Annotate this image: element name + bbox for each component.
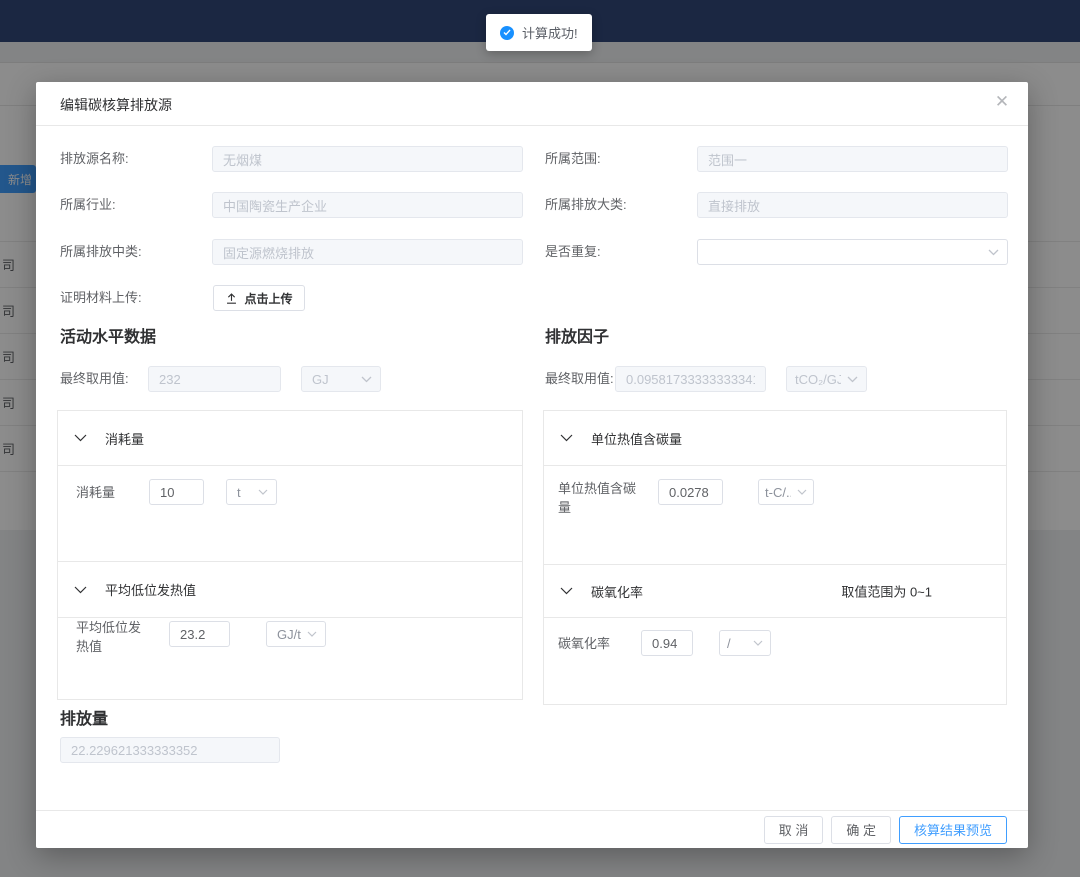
- select-value: GJ: [312, 372, 329, 387]
- field-label-proof-upload: 证明材料上传:: [60, 285, 142, 311]
- panel-header-heating-value[interactable]: 平均低位发热值: [58, 561, 522, 618]
- check-circle-icon: [500, 26, 514, 40]
- chevron-down-icon: [797, 489, 807, 495]
- activity-panels-box: 消耗量 消耗量 t 平均低位发热值 平均低位发热值 GJ/t: [57, 410, 523, 700]
- chevron-down-icon: [847, 376, 858, 383]
- panel-header-carbon-content[interactable]: 单位热值含碳量: [544, 411, 1006, 466]
- consumption-input[interactable]: [149, 479, 204, 505]
- panel-title: 消耗量: [105, 429, 144, 448]
- chevron-down-icon: [361, 376, 372, 383]
- select-value: t-C/...: [765, 485, 791, 500]
- panel-header-consumption[interactable]: 消耗量: [58, 411, 522, 466]
- factor-panels-box: 单位热值含碳量 单位热值含碳量 t-C/... 碳氧化率 取值范围为 0~1 碳…: [543, 410, 1007, 705]
- dialog-header-divider: [36, 125, 1028, 126]
- upload-button-label: 点击上传: [244, 290, 292, 307]
- is-duplicate-select[interactable]: [697, 239, 1008, 265]
- consumption-unit-select[interactable]: t: [226, 479, 277, 505]
- factor-final-label: 最终取用值:: [545, 366, 614, 392]
- field-label-medium-category: 所属排放中类:: [60, 239, 142, 265]
- medium-category-input: [212, 239, 523, 265]
- consumption-row-label: 消耗量: [76, 483, 115, 502]
- select-value: /: [727, 636, 731, 651]
- field-label-industry: 所属行业:: [60, 192, 116, 218]
- heating-value-row-label: 平均低位发热值: [76, 618, 148, 656]
- field-label-major-category: 所属排放大类:: [545, 192, 627, 218]
- oxidation-rate-unit-select[interactable]: /: [719, 630, 771, 656]
- close-icon[interactable]: ✕: [990, 90, 1014, 114]
- source-name-input: [212, 146, 523, 172]
- cancel-button[interactable]: 取 消: [764, 816, 824, 844]
- chevron-down-icon: [753, 640, 763, 646]
- oxidation-rate-input[interactable]: [641, 630, 693, 656]
- select-value: GJ/t: [277, 627, 301, 642]
- panel-title: 平均低位发热值: [105, 580, 196, 599]
- dialog-footer: 取 消 确 定 核算结果预览: [36, 810, 1028, 848]
- factor-final-unit-select: tCO₂/GJ: [786, 366, 867, 392]
- success-toast: 计算成功!: [486, 14, 592, 51]
- chevron-down-icon: [258, 489, 268, 495]
- confirm-button[interactable]: 确 定: [831, 816, 891, 844]
- chevron-down-icon: [74, 586, 87, 594]
- chevron-down-icon: [988, 249, 999, 256]
- carbon-content-input[interactable]: [658, 479, 723, 505]
- chevron-down-icon: [560, 587, 573, 595]
- oxidation-rate-range-note: 取值范围为 0~1: [841, 582, 932, 601]
- factor-final-value-input: [615, 366, 766, 392]
- panel-title: 单位热值含碳量: [591, 429, 682, 448]
- scope-input: [697, 146, 1008, 172]
- edit-emission-source-dialog: 编辑碳核算排放源 ✕ 排放源名称: 所属范围: 所属行业: 所属排放大类: 所属…: [36, 82, 1028, 848]
- upload-icon: [225, 292, 238, 305]
- major-category-input: [697, 192, 1008, 218]
- select-value: tCO₂/GJ: [795, 372, 841, 387]
- panel-title: 碳氧化率: [591, 582, 643, 601]
- emission-amount-input: [60, 737, 280, 763]
- upload-button[interactable]: 点击上传: [213, 285, 305, 311]
- chevron-down-icon: [560, 434, 573, 442]
- activity-final-value-input: [148, 366, 281, 392]
- preview-result-button[interactable]: 核算结果预览: [899, 816, 1007, 844]
- industry-input: [212, 192, 523, 218]
- panel-header-oxidation-rate[interactable]: 碳氧化率 取值范围为 0~1: [544, 564, 1006, 618]
- field-label-source-name: 排放源名称:: [60, 146, 129, 172]
- field-label-scope: 所属范围:: [545, 146, 601, 172]
- chevron-down-icon: [74, 434, 87, 442]
- toast-message: 计算成功!: [522, 23, 578, 42]
- chevron-down-icon: [307, 631, 317, 637]
- activity-final-unit-select: GJ: [301, 366, 381, 392]
- oxidation-rate-row-label: 碳氧化率: [558, 634, 610, 653]
- field-label-is-duplicate: 是否重复:: [545, 239, 601, 265]
- emission-section-heading: 排放量: [60, 710, 108, 730]
- carbon-content-row-label: 单位热值含碳量: [558, 479, 636, 517]
- carbon-content-unit-select[interactable]: t-C/...: [758, 479, 814, 505]
- activity-section-heading: 活动水平数据: [60, 328, 156, 348]
- heating-value-input[interactable]: [169, 621, 230, 647]
- dialog-title: 编辑碳核算排放源: [60, 95, 172, 115]
- factor-section-heading: 排放因子: [545, 328, 609, 348]
- activity-final-label: 最终取用值:: [60, 366, 129, 392]
- heating-value-unit-select[interactable]: GJ/t: [266, 621, 326, 647]
- select-value: t: [237, 485, 241, 500]
